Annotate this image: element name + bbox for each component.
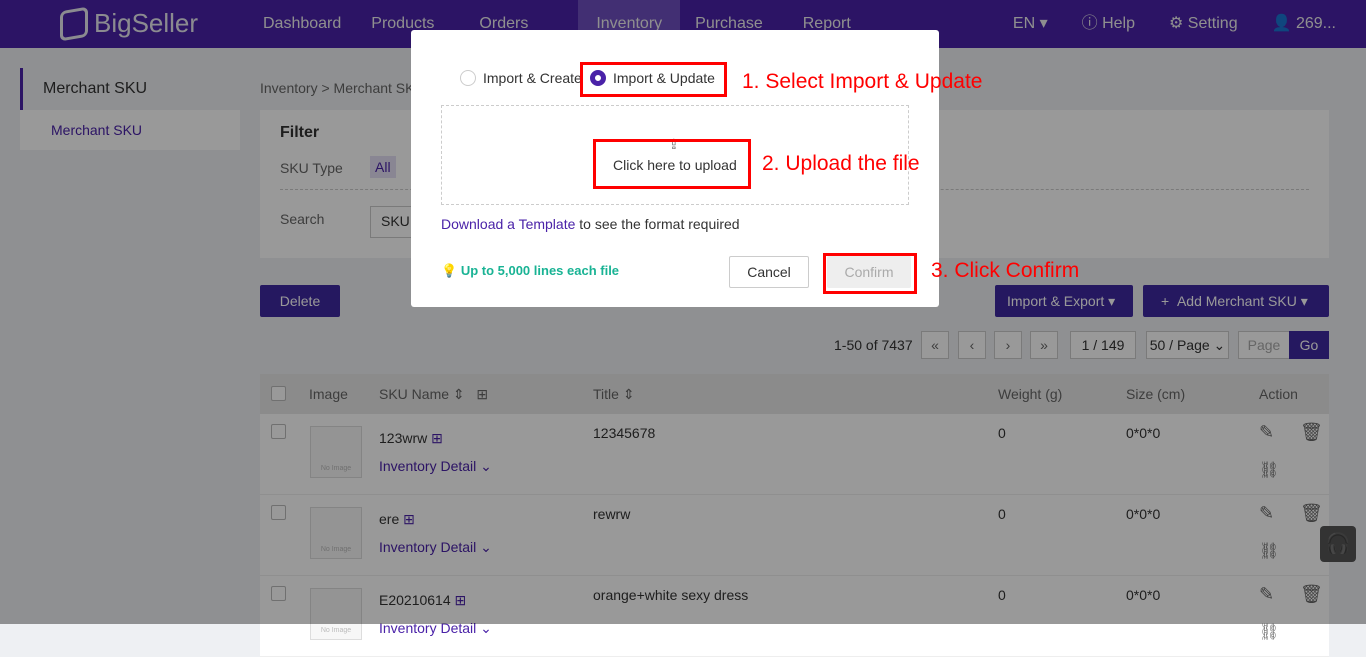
radio-icon	[460, 70, 476, 86]
annotation-step-1: 1. Select Import & Update	[742, 70, 983, 93]
template-note: Download a Template to see the format re…	[441, 216, 740, 232]
lightbulb-icon: 💡	[441, 263, 458, 278]
annotation-step-3: 3. Click Confirm	[931, 259, 1080, 282]
annotation-step-2: 2. Upload the file	[762, 152, 920, 175]
highlight-box-update	[580, 62, 727, 97]
cancel-button[interactable]: Cancel	[729, 256, 809, 288]
link-icon[interactable]: ⛓	[1259, 622, 1279, 642]
radio-import-create[interactable]: Import & Create	[460, 70, 582, 86]
highlight-box-confirm	[823, 253, 917, 294]
tip-text: 💡 Up to 5,000 lines each file	[441, 263, 620, 278]
download-template-link[interactable]: Download a Template	[441, 216, 575, 232]
highlight-box-upload	[593, 139, 751, 189]
